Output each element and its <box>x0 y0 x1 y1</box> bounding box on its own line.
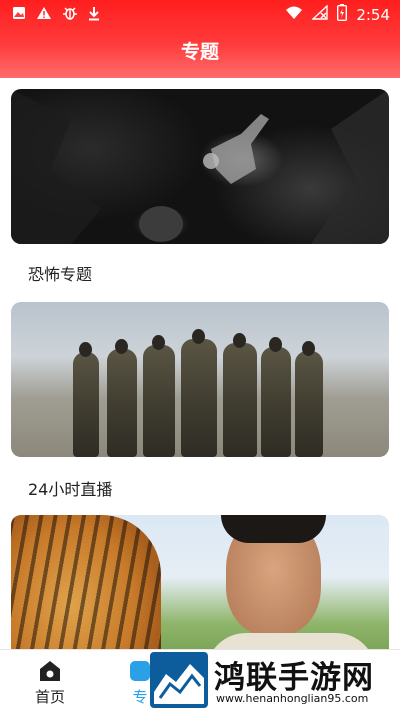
topic-label[interactable]: 恐怖专题 <box>28 261 92 285</box>
nav-label: 首页 <box>34 688 65 706</box>
topic-card-horror[interactable]: 恐怖专题 <box>11 89 389 284</box>
app-header: 2:54 专题 <box>0 0 400 78</box>
topic-icon <box>128 659 152 683</box>
topic-card-third[interactable] <box>11 515 389 649</box>
topic-card-live[interactable]: 24小时直播 <box>11 302 389 499</box>
soldiers-image[interactable] <box>11 302 389 457</box>
topic-list[interactable]: 恐怖专题 24小时直播 <box>0 78 400 649</box>
nav-home[interactable]: 首页 <box>10 650 90 712</box>
bug-icon <box>62 5 78 25</box>
image-icon <box>12 6 26 24</box>
wifi-icon <box>285 6 303 24</box>
topic-label[interactable]: 24小时直播 <box>28 476 112 500</box>
status-time: 2:54 <box>356 5 390 24</box>
no-signal-icon <box>311 4 329 24</box>
watermark-title: 鸿联手游网 <box>214 660 374 696</box>
page-title: 专题 <box>180 41 219 63</box>
cave-climbing-image[interactable] <box>11 89 389 244</box>
home-icon <box>38 659 62 683</box>
watermark-url: www.henanhonglian95.com <box>216 692 369 705</box>
watermark-logo-icon <box>150 652 208 708</box>
tiger-and-man-image[interactable] <box>11 515 389 649</box>
battery-charging-icon <box>337 4 348 25</box>
download-icon <box>88 6 100 25</box>
alert-icon <box>36 6 52 24</box>
watermark: 鸿联手游网 www.henanhonglian95.com <box>150 652 395 708</box>
status-bar: 2:54 <box>0 0 400 28</box>
